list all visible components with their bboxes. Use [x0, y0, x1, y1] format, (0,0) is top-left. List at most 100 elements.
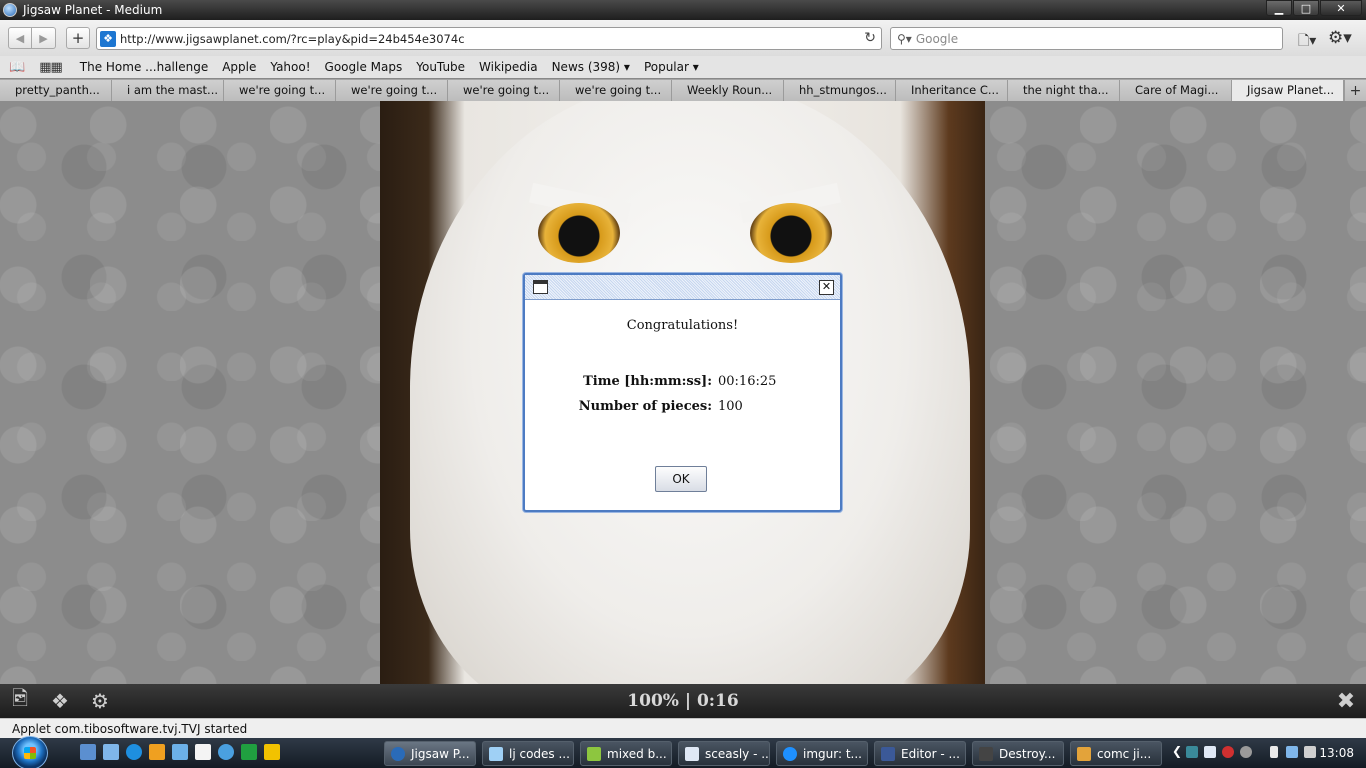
taskbar-app-icon: [783, 746, 797, 761]
search-box[interactable]: ⚲▾ Google: [890, 27, 1283, 50]
taskbar-item-label: comc ji...: [1097, 746, 1152, 761]
ok-button[interactable]: OK: [655, 466, 707, 492]
close-window-button[interactable]: ✕: [1320, 0, 1362, 16]
bookmark-popular[interactable]: Popular ▾: [644, 60, 699, 74]
tray-battery-icon[interactable]: [1270, 746, 1278, 758]
game-control-bar: 🖻 ❖ ⚙ 100% | 0:16 ✖: [0, 684, 1366, 718]
tray-connection-icon[interactable]: [1286, 746, 1298, 758]
internet-explorer-icon[interactable]: [126, 744, 142, 760]
minimize-button[interactable]: ▁: [1266, 0, 1292, 16]
tab-12-active[interactable]: Jigsaw Planet...: [1232, 80, 1344, 102]
new-tab-button[interactable]: +: [1344, 80, 1366, 101]
tab-6[interactable]: we're going t...: [560, 80, 672, 102]
taskbar-app-icon: [979, 746, 993, 761]
tab-9[interactable]: Inheritance C...: [896, 80, 1008, 102]
taskbar-item-destroy[interactable]: Destroy...: [972, 741, 1064, 766]
tab-2[interactable]: i am the mast...: [112, 80, 224, 102]
bookmark-news[interactable]: News (398) ▾: [552, 60, 630, 74]
bookmark-youtube[interactable]: YouTube: [416, 60, 465, 74]
taskbar-item-lj-codes[interactable]: lj codes ...: [482, 741, 574, 766]
reload-icon[interactable]: ↻: [864, 30, 876, 46]
taskbar-item-sceasly[interactable]: sceasly - ...: [678, 741, 770, 766]
chat-app-icon[interactable]: [241, 744, 257, 760]
add-button[interactable]: +: [66, 27, 90, 49]
settings-gear-icon[interactable]: ⚙▾: [1328, 28, 1352, 48]
game-progress-status: 100% | 0:16: [627, 691, 739, 711]
bookmark-yahoo[interactable]: Yahoo!: [270, 60, 310, 74]
taskbar-item-label: imgur: t...: [803, 746, 862, 761]
tab-11[interactable]: Care of Magi...: [1120, 80, 1232, 102]
document-icon[interactable]: [195, 744, 211, 760]
taskbar-item-label: Destroy...: [999, 746, 1056, 761]
bookmarks-bar: 📖 ▦▦ The Home ...hallenge Apple Yahoo! G…: [0, 56, 1366, 78]
taskbar-item-label: mixed b...: [607, 746, 667, 761]
back-button[interactable]: ◀: [8, 27, 32, 49]
search-placeholder[interactable]: Google: [916, 32, 958, 46]
search-icon: ⚲▾: [897, 31, 912, 46]
media-player-icon[interactable]: [149, 744, 165, 760]
tab-5[interactable]: we're going t...: [448, 80, 560, 102]
tab-3[interactable]: we're going t...: [224, 80, 336, 102]
time-value: 00:16:25: [718, 374, 777, 389]
window-title: Jigsaw Planet - Medium: [23, 3, 163, 17]
page-menu-icon[interactable]: 🗋▾: [1298, 30, 1316, 54]
system-tray: ❮ 13:08: [1170, 738, 1366, 768]
maximize-button[interactable]: □: [1293, 0, 1319, 16]
dialog-body: Congratulations! Time [hh:mm:ss]: 00:16:…: [525, 300, 840, 510]
plus-icon: +: [71, 29, 85, 47]
tray-app-icon[interactable]: [1186, 746, 1198, 758]
tray-status-icon[interactable]: [1240, 746, 1252, 758]
tab-7[interactable]: Weekly Roun...: [672, 80, 784, 102]
tray-antivirus-icon[interactable]: [1222, 746, 1234, 758]
site-favicon-icon: ❖: [100, 30, 116, 47]
navigation-bar: ◀ ▶ + ❖ http://www.jigsawplanet.com/?rc=…: [0, 20, 1366, 56]
show-hidden-icons-chevron-icon[interactable]: ❮: [1172, 744, 1182, 758]
tab-1[interactable]: pretty_panth...: [0, 80, 112, 102]
taskbar-item-label: Jigsaw P...: [411, 746, 470, 761]
show-desktop-icon[interactable]: [80, 744, 96, 760]
bookmark-google-maps[interactable]: Google Maps: [325, 60, 403, 74]
taskbar-app-icon: [391, 746, 405, 761]
forward-arrow-icon: ▶: [39, 31, 48, 45]
bookmarks-book-icon[interactable]: 📖: [9, 60, 25, 75]
taskbar-item-imgur[interactable]: imgur: t...: [776, 741, 868, 766]
taskbar-item-jigsaw[interactable]: Jigsaw P...: [384, 741, 476, 766]
taskbar-app-icon: [685, 746, 699, 761]
tray-network-icon[interactable]: [1204, 746, 1216, 758]
browser-quick-icon[interactable]: [218, 744, 234, 760]
bookmark-wikipedia[interactable]: Wikipedia: [479, 60, 538, 74]
plus-icon: +: [1349, 82, 1362, 99]
top-sites-grid-icon[interactable]: ▦▦: [39, 60, 63, 75]
taskbar-app-icon: [1077, 746, 1091, 761]
bookmark-apple[interactable]: Apple: [222, 60, 256, 74]
url-text[interactable]: http://www.jigsawplanet.com/?rc=play&pid…: [120, 32, 465, 46]
tab-10[interactable]: the night tha...: [1008, 80, 1120, 102]
close-game-icon[interactable]: ✖: [1334, 689, 1358, 714]
tray-volume-icon[interactable]: [1304, 746, 1316, 758]
dialog-titlebar[interactable]: ✕: [525, 275, 840, 300]
address-bar[interactable]: ❖ http://www.jigsawplanet.com/?rc=play&p…: [96, 27, 882, 50]
taskbar-app-icon: [587, 746, 601, 761]
dialog-close-icon[interactable]: ✕: [819, 280, 834, 295]
tab-4[interactable]: we're going t...: [336, 80, 448, 102]
tab-bar: pretty_panth... i am the mast... we're g…: [0, 79, 1366, 102]
start-button[interactable]: [12, 736, 48, 768]
taskbar-app-icon: [489, 746, 503, 761]
congratulations-dialog: ✕ Congratulations! Time [hh:mm:ss]: 00:1…: [523, 273, 842, 512]
messenger-icon[interactable]: [172, 744, 188, 760]
taskbar-item-mixed[interactable]: mixed b...: [580, 741, 672, 766]
pieces-value: 100: [718, 399, 743, 414]
back-arrow-icon: ◀: [15, 31, 25, 45]
taskbar-item-editor[interactable]: Editor - ...: [874, 741, 966, 766]
explorer-icon[interactable]: [103, 744, 119, 760]
owl-eye-left: [538, 203, 620, 263]
aim-icon[interactable]: [264, 744, 280, 760]
taskbar-app-icon: [881, 746, 895, 761]
window-icon: [533, 280, 548, 294]
tab-8[interactable]: hh_stmungos...: [784, 80, 896, 102]
forward-button[interactable]: ▶: [32, 27, 56, 49]
bookmark-home-challenge[interactable]: The Home ...hallenge: [80, 60, 208, 74]
clock[interactable]: 13:08: [1319, 746, 1354, 760]
taskbar-item-comc[interactable]: comc ji...: [1070, 741, 1162, 766]
status-bar: Applet com.tibosoftware.tvj.TVJ started: [0, 718, 1366, 738]
